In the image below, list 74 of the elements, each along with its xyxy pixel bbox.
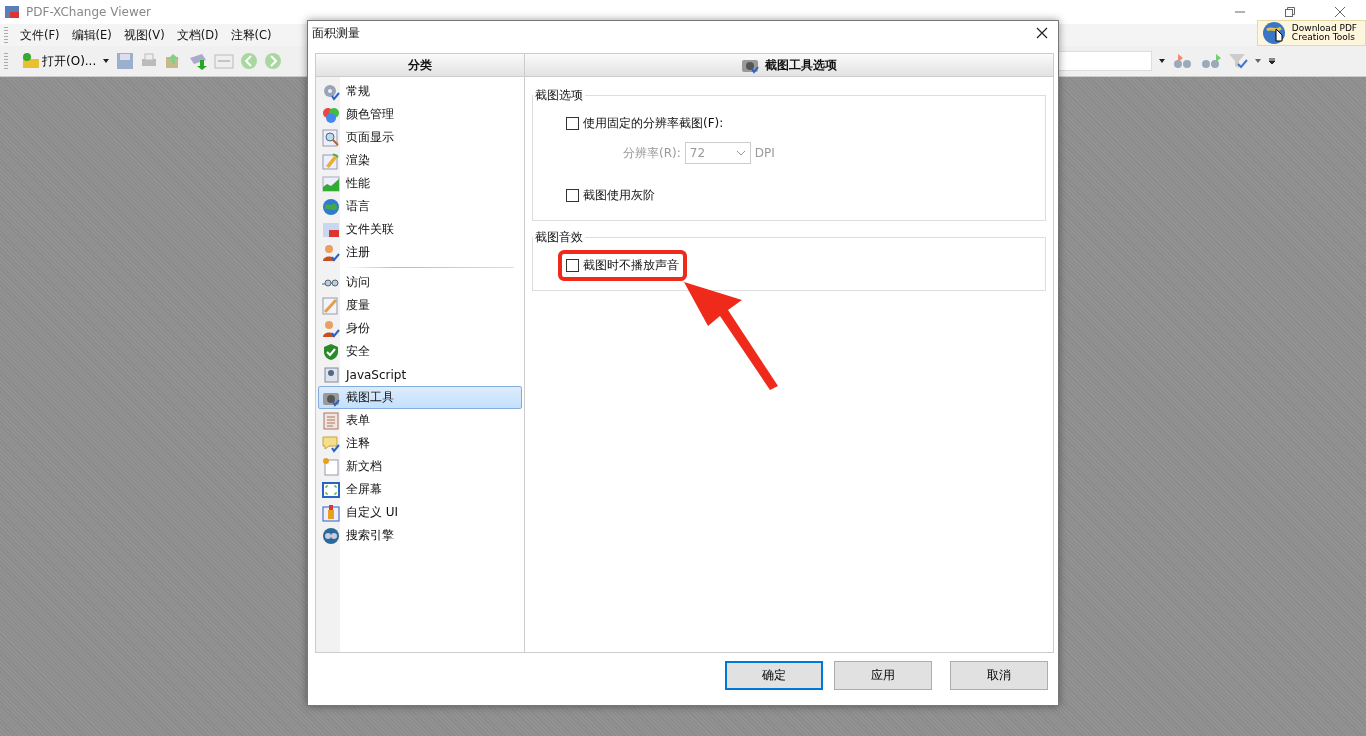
folder-icon bbox=[22, 52, 40, 70]
checkbox[interactable]: 使用固定的分辨率截图(F): bbox=[558, 107, 732, 139]
binoculars-icon bbox=[322, 526, 340, 545]
category-item[interactable]: 安全 bbox=[318, 340, 522, 363]
dialog-button[interactable]: 确定 bbox=[725, 661, 823, 690]
circles-icon bbox=[322, 105, 340, 124]
unit-label: DPI bbox=[754, 146, 775, 160]
gear-icon bbox=[322, 82, 340, 101]
globe-icon bbox=[322, 197, 340, 216]
brush-icon bbox=[322, 151, 340, 170]
category-item[interactable]: 截图工具 bbox=[318, 386, 522, 409]
menu-item[interactable]: 视图(V) bbox=[117, 27, 171, 43]
category-item[interactable]: 注释 bbox=[318, 432, 522, 455]
shield-icon bbox=[322, 342, 340, 361]
category-item[interactable]: 颜色管理 bbox=[318, 103, 522, 126]
checkbox[interactable]: 截图时不播放声音 bbox=[558, 249, 687, 281]
category-item[interactable]: 身份 bbox=[318, 317, 522, 340]
column-header: 分类 bbox=[316, 54, 524, 77]
close-icon[interactable] bbox=[1036, 27, 1048, 39]
save-icon[interactable] bbox=[116, 52, 135, 70]
form-icon bbox=[322, 411, 340, 430]
back-icon[interactable] bbox=[240, 52, 259, 70]
category-item[interactable]: 常规 bbox=[318, 80, 522, 103]
restore-icon[interactable] bbox=[1284, 6, 1296, 18]
page-icon bbox=[322, 457, 340, 476]
category-item[interactable]: JavaScript bbox=[318, 363, 522, 386]
next-view-icon[interactable] bbox=[1200, 52, 1222, 70]
chevron-down-icon bbox=[735, 150, 746, 156]
category-item[interactable]: 度量 bbox=[318, 294, 522, 317]
menu-item[interactable]: 编辑(E) bbox=[65, 27, 118, 43]
person-icon bbox=[322, 319, 340, 338]
category-item[interactable]: 新文档 bbox=[318, 455, 522, 478]
dropdown-caret-icon[interactable] bbox=[102, 58, 111, 64]
group-title: 截图音效 bbox=[534, 229, 584, 246]
dialog-button[interactable]: 应用 bbox=[834, 661, 932, 690]
category-item[interactable]: 渲染 bbox=[318, 149, 522, 172]
filter-icon[interactable] bbox=[1228, 52, 1248, 70]
previous-view-icon[interactable] bbox=[1172, 52, 1194, 70]
menu-item[interactable]: 文档(D) bbox=[170, 27, 225, 43]
category-item[interactable]: 全屏幕 bbox=[318, 478, 522, 501]
category-item[interactable]: 表单 bbox=[318, 409, 522, 432]
category-item[interactable]: 注册 bbox=[318, 241, 522, 264]
panel-title: 截图工具选项 bbox=[765, 56, 837, 74]
forward-icon[interactable] bbox=[264, 52, 283, 70]
app-logo-icon bbox=[4, 4, 20, 20]
window-title: PDF-XChange Viewer bbox=[26, 5, 151, 19]
category-item[interactable]: 访问 bbox=[318, 271, 522, 294]
magnifier-icon bbox=[322, 128, 340, 147]
scan-icon[interactable] bbox=[188, 52, 209, 70]
chat-icon bbox=[322, 434, 340, 453]
category-item[interactable]: 自定义 UI bbox=[318, 501, 522, 524]
category-item[interactable]: 页面显示 bbox=[318, 126, 522, 149]
category-item[interactable]: 文件关联 bbox=[318, 218, 522, 241]
dialog-button[interactable]: 取消 bbox=[950, 661, 1048, 690]
dialog-title: 面积测量 bbox=[312, 24, 360, 42]
category-item[interactable]: 搜索引擎 bbox=[318, 524, 522, 547]
menu-item[interactable]: 注释(C) bbox=[224, 27, 278, 43]
globe-cursor-icon bbox=[1261, 20, 1288, 46]
open-button[interactable]: 打开(O)... bbox=[22, 52, 97, 70]
chart-icon bbox=[322, 174, 340, 193]
doc-icon bbox=[322, 220, 340, 239]
menu-item[interactable]: 文件(F) bbox=[14, 27, 66, 43]
overflow-icon[interactable] bbox=[1268, 57, 1276, 65]
category-item[interactable]: 语言 bbox=[318, 195, 522, 218]
window-icon bbox=[322, 503, 340, 522]
group-title: 截图选项 bbox=[534, 87, 584, 104]
person-icon bbox=[322, 243, 340, 262]
checkbox[interactable]: 截图使用灰阶 bbox=[558, 179, 663, 211]
download-button[interactable]: Download PDF Creation Tools bbox=[1256, 20, 1366, 46]
category-item[interactable]: 性能 bbox=[318, 172, 522, 195]
field-label: 分辨率(R): bbox=[623, 144, 681, 162]
dropdown-caret-icon[interactable] bbox=[1158, 58, 1166, 64]
ruler-icon bbox=[322, 296, 340, 315]
screen-icon bbox=[322, 480, 340, 499]
